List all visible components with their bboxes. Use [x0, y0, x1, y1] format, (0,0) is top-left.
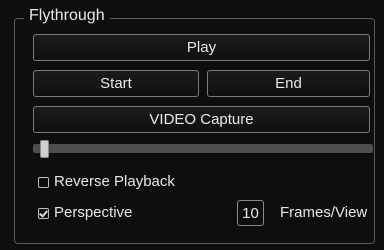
end-button[interactable]: End: [207, 70, 370, 97]
video-capture-button[interactable]: VIDEO Capture: [33, 106, 370, 133]
perspective-checkbox[interactable]: [38, 208, 49, 219]
frames-per-view-input[interactable]: 10: [237, 200, 264, 226]
flythrough-slider-track[interactable]: [33, 144, 373, 153]
flythrough-title: Flythrough: [24, 6, 110, 26]
reverse-playback-checkbox[interactable]: [38, 177, 49, 188]
play-button[interactable]: Play: [33, 34, 370, 61]
reverse-playback-label[interactable]: Reverse Playback: [54, 173, 175, 191]
frames-per-view-label: Frames/View: [280, 204, 368, 221]
perspective-label[interactable]: Perspective: [54, 204, 132, 222]
flythrough-slider-thumb[interactable]: [39, 140, 49, 158]
start-button[interactable]: Start: [33, 70, 199, 97]
